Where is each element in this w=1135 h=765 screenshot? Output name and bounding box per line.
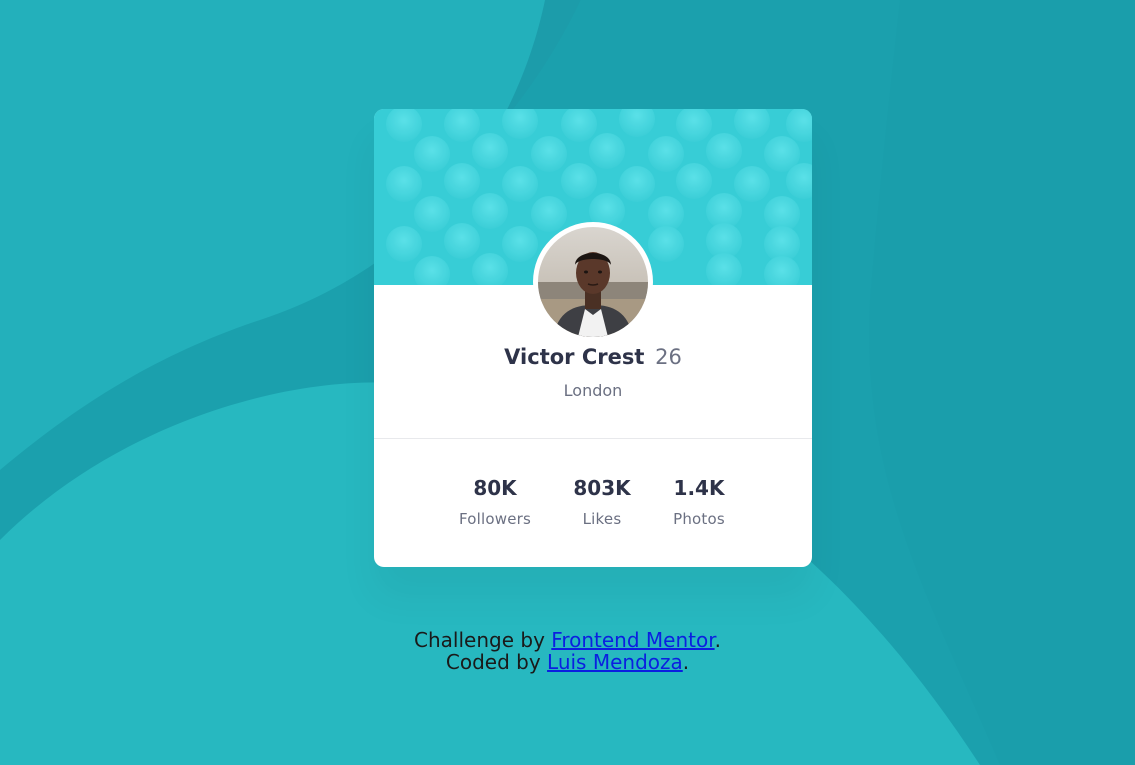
avatar-illustration bbox=[538, 227, 648, 337]
stat-label: Photos bbox=[673, 510, 725, 528]
author-link[interactable]: Luis Mendoza bbox=[547, 650, 683, 674]
avatar-frame bbox=[533, 222, 653, 342]
stat-likes: 803K Likes bbox=[552, 473, 652, 531]
attribution-coded-line: Coded by Luis Mendoza. bbox=[0, 651, 1135, 673]
attribution-coded-prefix: Coded by bbox=[445, 650, 548, 674]
frontend-mentor-link[interactable]: Frontend Mentor bbox=[551, 628, 714, 652]
stat-label: Likes bbox=[582, 510, 622, 528]
stats-row: 80K Followers 803K Likes 1.4K Photos bbox=[374, 473, 812, 533]
profile-location: London bbox=[563, 381, 623, 400]
attribution-challenge-suffix: . bbox=[714, 628, 721, 652]
stat-value: 80K bbox=[473, 476, 517, 500]
attribution-challenge-line: Challenge by Frontend Mentor. bbox=[0, 629, 1135, 651]
stat-label: Followers bbox=[458, 510, 532, 528]
name-row: Victor Crest 26 bbox=[374, 342, 812, 372]
stat-photos: 1.4K Photos bbox=[649, 473, 749, 531]
attribution-coded-suffix: . bbox=[682, 650, 690, 674]
stat-value: 803K bbox=[573, 476, 631, 500]
profile-age: 26 bbox=[655, 345, 682, 369]
card-divider bbox=[374, 438, 812, 439]
stat-value: 1.4K bbox=[673, 476, 725, 500]
profile-name: Victor Crest bbox=[504, 345, 645, 369]
attribution: Challenge by Frontend Mentor. Coded by L… bbox=[0, 629, 1135, 673]
stat-followers: 80K Followers bbox=[445, 473, 545, 531]
attribution-challenge-prefix: Challenge by bbox=[414, 628, 552, 652]
user-photo-icon bbox=[538, 227, 648, 337]
profile-card: Victor Crest 26 London 80K Followers 803… bbox=[374, 109, 812, 567]
